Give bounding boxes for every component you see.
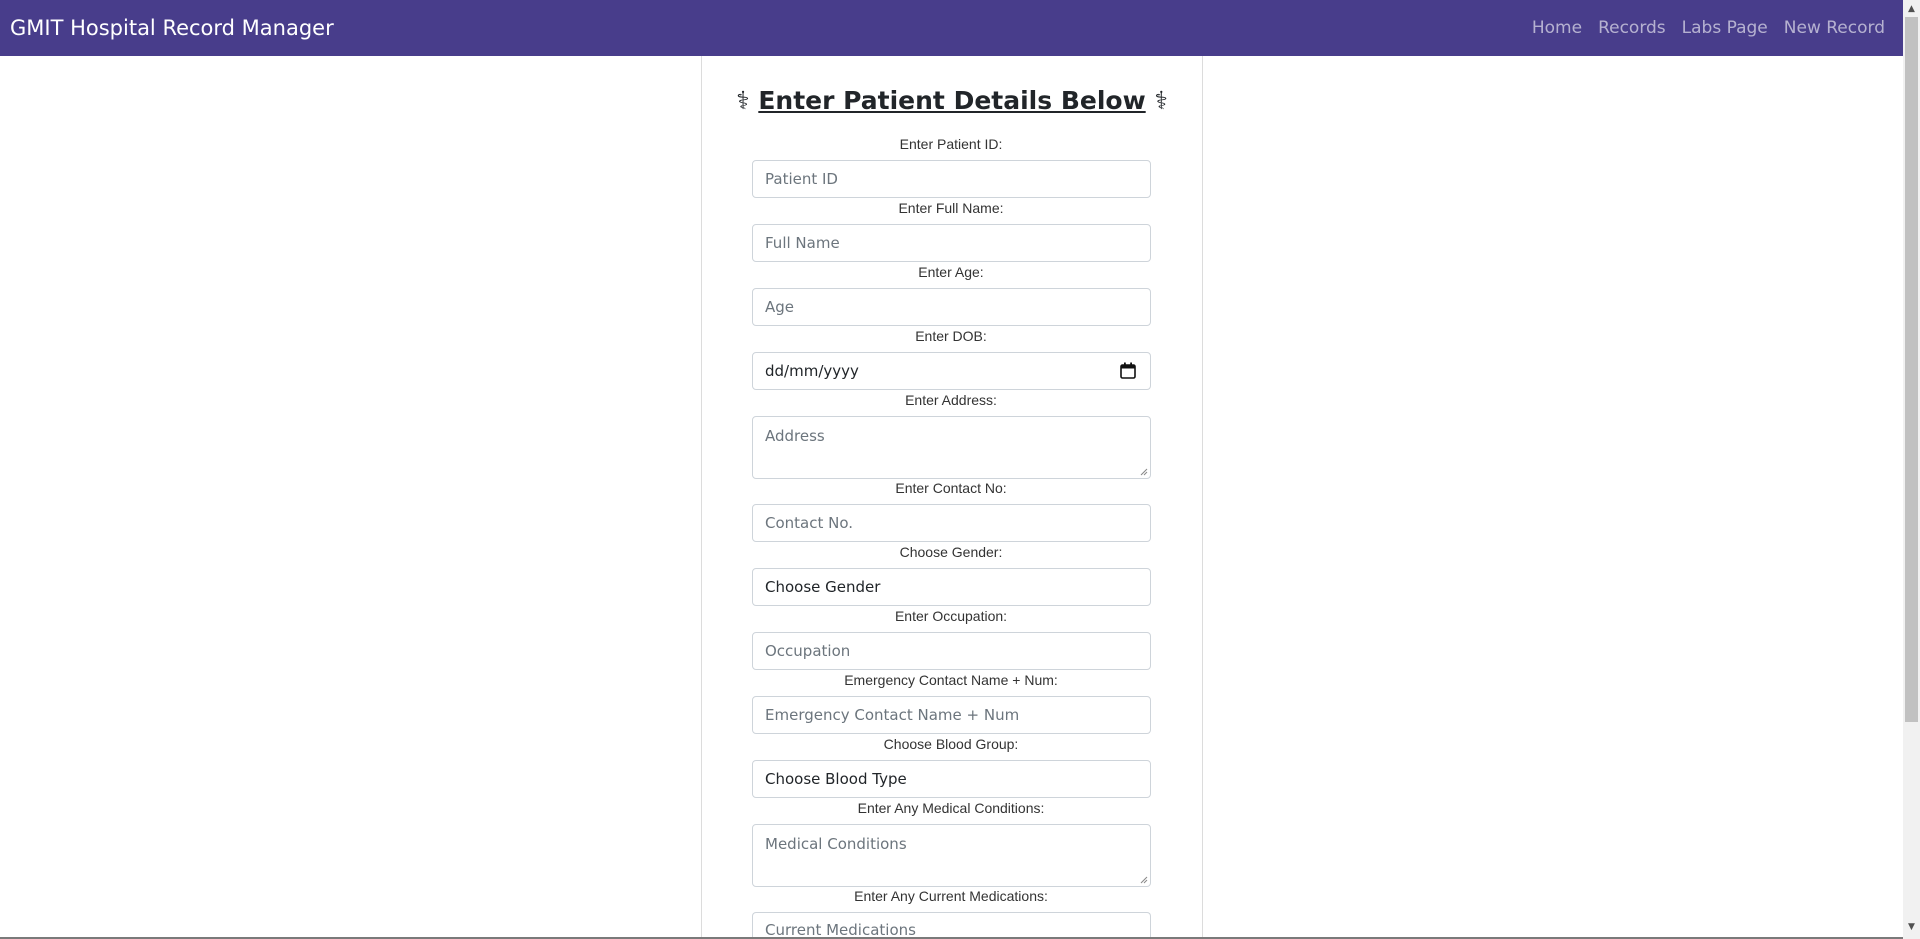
contact-no-label: Enter Contact No: — [895, 480, 1007, 496]
form-title-text: Enter Patient Details Below — [758, 86, 1146, 115]
scroll-down-arrow-icon[interactable]: ▼ — [1903, 918, 1920, 935]
nav-link-new-record[interactable]: New Record — [1776, 18, 1893, 38]
page-scrollbar[interactable]: ▲ ▼ — [1903, 0, 1920, 939]
address-placeholder: Address — [765, 427, 825, 445]
full-name-input[interactable]: Full Name — [752, 224, 1151, 262]
medical-caduceus-icon: ⚕ — [736, 86, 750, 115]
occupation-input[interactable]: Occupation — [752, 632, 1151, 670]
address-textarea[interactable]: Address — [752, 416, 1151, 479]
medical-caduceus-icon: ⚕ — [1154, 86, 1168, 115]
dob-value: dd/mm/yyyy — [765, 362, 859, 380]
patient-id-input[interactable]: Patient ID — [752, 160, 1151, 198]
resize-grip-icon[interactable] — [1140, 876, 1148, 884]
occupation-placeholder: Occupation — [765, 642, 851, 660]
current-medications-label: Enter Any Current Medications: — [854, 888, 1048, 904]
contact-no-placeholder: Contact No. — [765, 514, 854, 532]
form-title: ⚕ Enter Patient Details Below ⚕ — [701, 86, 1203, 115]
full-name-label: Enter Full Name: — [898, 200, 1004, 216]
blood-group-label: Choose Blood Group: — [883, 736, 1019, 752]
emergency-contact-input[interactable]: Emergency Contact Name + Num — [752, 696, 1151, 734]
blood-group-selected-value: Choose Blood Type — [765, 770, 907, 788]
gender-select[interactable]: Choose Gender — [752, 568, 1151, 606]
address-label: Enter Address: — [905, 392, 997, 408]
scroll-up-arrow-icon[interactable]: ▲ — [1903, 0, 1920, 17]
age-input[interactable]: Age — [752, 288, 1151, 326]
nav-links: Home Records Labs Page New Record — [1524, 18, 1893, 38]
medical-conditions-label: Enter Any Medical Conditions: — [857, 800, 1045, 816]
blood-group-select[interactable]: Choose Blood Type — [752, 760, 1151, 798]
emergency-contact-label: Emergency Contact Name + Num: — [844, 672, 1058, 688]
nav-link-records[interactable]: Records — [1590, 18, 1674, 38]
contact-no-input[interactable]: Contact No. — [752, 504, 1151, 542]
emergency-contact-placeholder: Emergency Contact Name + Num — [765, 706, 1020, 724]
dob-date-input[interactable]: dd/mm/yyyy — [752, 352, 1151, 390]
patient-id-label: Enter Patient ID: — [899, 136, 1003, 152]
full-name-placeholder: Full Name — [765, 234, 840, 252]
brand-title[interactable]: GMIT Hospital Record Manager — [10, 16, 334, 40]
gender-selected-value: Choose Gender — [765, 578, 881, 596]
medical-conditions-textarea[interactable]: Medical Conditions — [752, 824, 1151, 887]
gender-label: Choose Gender: — [899, 544, 1003, 560]
occupation-label: Enter Occupation: — [894, 608, 1008, 624]
scroll-thumb[interactable] — [1905, 17, 1918, 722]
nav-link-labs-page[interactable]: Labs Page — [1674, 18, 1776, 38]
age-label: Enter Age: — [918, 264, 984, 280]
dob-label: Enter DOB: — [915, 328, 987, 344]
medical-conditions-placeholder: Medical Conditions — [765, 835, 907, 853]
top-navbar: GMIT Hospital Record Manager Home Record… — [0, 0, 1903, 56]
resize-grip-icon[interactable] — [1140, 468, 1148, 476]
calendar-icon[interactable] — [1120, 362, 1136, 379]
nav-link-home[interactable]: Home — [1524, 18, 1590, 38]
age-placeholder: Age — [765, 298, 795, 316]
patient-id-placeholder: Patient ID — [765, 170, 838, 188]
current-medications-input[interactable]: Current Medications — [752, 912, 1151, 939]
